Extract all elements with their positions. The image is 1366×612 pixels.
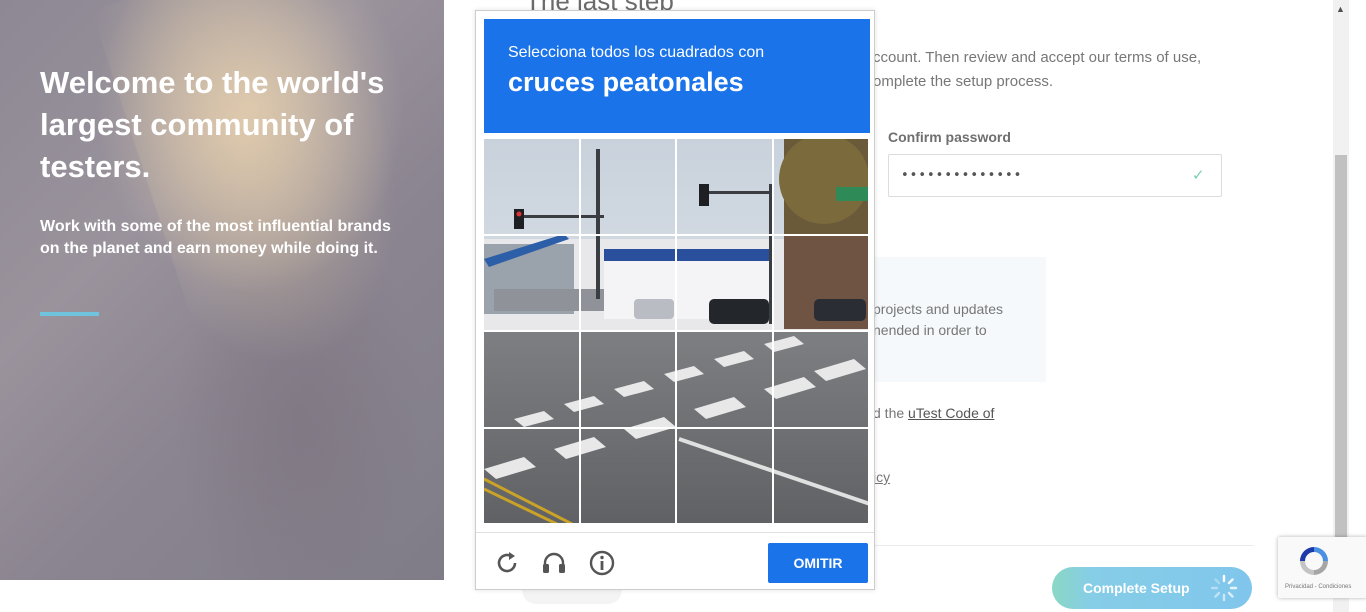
- reload-icon[interactable]: [493, 549, 521, 577]
- captcha-tile-image: [580, 332, 675, 427]
- newsletter-info-text: projects and updates nended in order to: [873, 301, 1003, 338]
- captcha-tile-image: [677, 428, 772, 523]
- confirm-password-field[interactable]: ••••••••••••••: [888, 154, 1222, 197]
- spinner-icon: [1210, 574, 1238, 602]
- captcha-instruction: Selecciona todos los cuadrados con: [508, 44, 765, 61]
- captcha-target: cruces peatonales: [508, 67, 744, 97]
- page: Welcome to the world's largest community…: [0, 0, 1366, 612]
- captcha-tile[interactable]: [677, 139, 772, 234]
- captcha-tile[interactable]: [677, 428, 772, 523]
- form-intro-text: ccount. Then review and accept our terms…: [873, 49, 1202, 90]
- captcha-tile[interactable]: [484, 428, 579, 523]
- captcha-tile-image: [580, 235, 675, 330]
- captcha-tile-image: [677, 139, 772, 234]
- form-divider: [870, 545, 1254, 546]
- privacy-policy-link[interactable]: icy: [873, 469, 890, 485]
- captcha-tile[interactable]: [484, 332, 579, 427]
- complete-setup-label: Complete Setup: [1083, 580, 1190, 596]
- complete-setup-button[interactable]: Complete Setup: [1052, 567, 1252, 609]
- captcha-tile[interactable]: [484, 235, 579, 330]
- confirm-password-label: Confirm password: [888, 129, 1011, 145]
- captcha-tile-image: [484, 332, 579, 427]
- captcha-tile-image: [773, 235, 868, 330]
- code-of-conduct-text: d the uTest Code of: [873, 405, 994, 421]
- captcha-tile[interactable]: [677, 332, 772, 427]
- scroll-up-arrow-icon[interactable]: ▲: [1336, 4, 1345, 14]
- recaptcha-logo-icon: [1300, 547, 1328, 575]
- captcha-tile[interactable]: [580, 428, 675, 523]
- captcha-challenge-dialog: Selecciona todos los cuadrados con cruce…: [475, 10, 875, 590]
- captcha-footer: OMITIR: [476, 532, 874, 589]
- hero-panel: Welcome to the world's largest community…: [0, 0, 444, 580]
- captcha-tile[interactable]: [484, 139, 579, 234]
- hero-accent-rule: [40, 312, 99, 316]
- captcha-tile[interactable]: [773, 139, 868, 234]
- code-of-conduct-prefix: d the: [873, 405, 909, 421]
- code-of-conduct-link[interactable]: uTest Code of: [908, 405, 994, 421]
- captcha-tile[interactable]: [580, 332, 675, 427]
- recaptcha-badge[interactable]: Privacidad - Condiciones: [1278, 537, 1366, 598]
- captcha-tile-image: [773, 139, 868, 234]
- captcha-tile-image: [773, 428, 868, 523]
- hero-title: Welcome to the world's largest community…: [40, 65, 385, 184]
- captcha-tile-image: [484, 428, 579, 523]
- captcha-tile-image: [484, 235, 579, 330]
- captcha-tile[interactable]: [773, 332, 868, 427]
- info-icon[interactable]: [588, 549, 616, 577]
- captcha-header: Selecciona todos los cuadrados con cruce…: [484, 19, 870, 133]
- captcha-tile-image: [677, 332, 772, 427]
- captcha-tile-image: [677, 235, 772, 330]
- captcha-tile[interactable]: [580, 235, 675, 330]
- audio-icon[interactable]: [540, 549, 568, 577]
- scrollbar-thumb[interactable]: [1335, 155, 1347, 545]
- captcha-tile-image: [580, 139, 675, 234]
- captcha-tile[interactable]: [773, 428, 868, 523]
- skip-button[interactable]: OMITIR: [768, 543, 868, 583]
- captcha-tile[interactable]: [580, 139, 675, 234]
- recaptcha-terms[interactable]: Privacidad - Condiciones: [1285, 584, 1351, 590]
- captcha-tile[interactable]: [773, 235, 868, 330]
- hero-subtitle: Work with some of the most influential b…: [40, 218, 391, 257]
- captcha-tile-image: [580, 428, 675, 523]
- check-icon: ✓: [1192, 167, 1205, 184]
- captcha-tile-image: [773, 332, 868, 427]
- captcha-tile[interactable]: [677, 235, 772, 330]
- captcha-image-grid: [484, 139, 870, 525]
- captcha-tile-image: [484, 139, 579, 234]
